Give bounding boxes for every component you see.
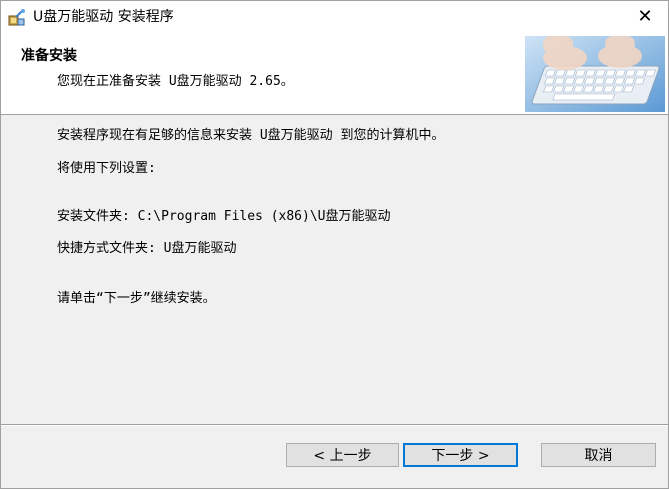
close-icon: ✕	[637, 6, 653, 27]
installer-app-icon	[8, 9, 25, 26]
next-button[interactable]: 下一步 >	[403, 443, 518, 467]
page-subtitle: 您现在正准备安装 U盘万能驱动 2.65。	[57, 74, 294, 89]
keyboard-hands-image	[525, 36, 665, 112]
close-button[interactable]: ✕	[622, 1, 668, 32]
settings-intro: 将使用下列设置:	[57, 161, 156, 176]
header-divider	[1, 114, 668, 115]
page-title: 准备安装	[21, 48, 77, 64]
install-folder-line: 安装文件夹: C:\Program Files (x86)\U盘万能驱动	[57, 209, 391, 224]
footer-divider-highlight	[1, 425, 668, 426]
cancel-button[interactable]: 取消	[541, 443, 656, 467]
window-title: U盘万能驱动 安装程序	[33, 9, 174, 25]
title-bar[interactable]: U盘万能驱动 安装程序 ✕	[1, 1, 668, 32]
shortcut-folder-line: 快捷方式文件夹: U盘万能驱动	[57, 241, 237, 256]
wizard-header: 准备安装 您现在正准备安装 U盘万能驱动 2.65。	[1, 32, 668, 114]
info-line: 安装程序现在有足够的信息来安装 U盘万能驱动 到您的计算机中。	[57, 128, 445, 143]
instruction-line: 请单击“下一步”继续安装。	[57, 291, 216, 306]
installer-window: U盘万能驱动 安装程序 ✕ 准备安装 您现在正准备安装 U盘万能驱动 2.65。	[0, 0, 669, 489]
back-button[interactable]: < 上一步	[286, 443, 399, 467]
